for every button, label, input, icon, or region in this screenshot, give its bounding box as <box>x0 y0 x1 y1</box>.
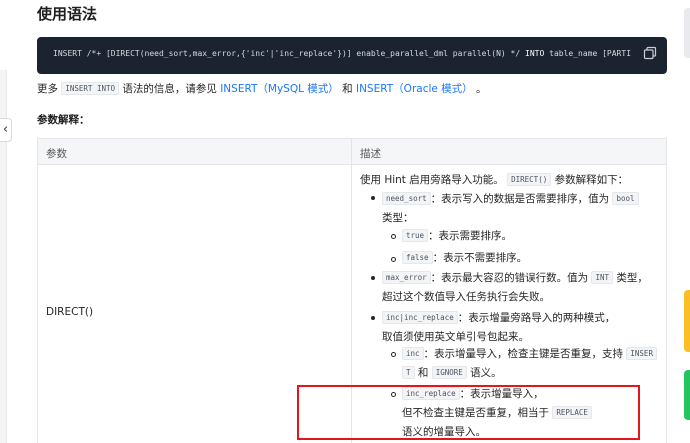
section-title: 使用语法 <box>37 5 98 23</box>
bullet-dot <box>371 196 375 200</box>
desc-intro: 使用 Hint 启用旁路导入功能。 DIRECT() 参数解释如下： <box>360 173 629 186</box>
inc-mode-item: inc|inc_replace ：表示增量旁路导入的两种模式， <box>382 310 615 325</box>
link-insert-mysql[interactable]: INSERT（MySQL 模式） <box>220 83 339 95</box>
table-header-row: 参数 描述 <box>38 139 666 165</box>
code-text: INSERT /*+ [DIRECT(need_sort,max_error,{… <box>53 49 631 58</box>
need-sort-item: need_sort ：表示写入的数据是否需要排序，值为 bool <box>382 191 639 206</box>
red-highlight-box <box>297 385 640 440</box>
header-desc: 描述 <box>360 148 381 160</box>
right-floating-tabs <box>684 0 690 443</box>
sub-bullet <box>391 352 396 357</box>
inc-mode-line2: 取值须使用英文单引号包起来。 <box>382 331 529 343</box>
max-error-line2: 超过这个数值导入任务执行会失败。 <box>382 291 550 303</box>
link-insert-oracle[interactable]: INSERT（Oracle 模式） <box>356 83 473 95</box>
copy-icon[interactable] <box>643 46 657 60</box>
right-tab-gray[interactable] <box>684 8 690 58</box>
more-info-prefix: 更多 <box>37 83 58 95</box>
need-sort-line2: 类型： <box>382 212 414 224</box>
left-sidebar-strip: ‹ <box>0 0 14 443</box>
inc-item-line2: T 和 IGNORE 语义。 <box>402 365 502 380</box>
right-tab-yellow[interactable] <box>684 290 690 352</box>
false-item: false ：表示不需要排序。 <box>402 250 527 265</box>
inline-code-insert-into: INSERT INTO <box>61 82 120 95</box>
param-name-cell: DIRECT() <box>46 306 94 318</box>
more-info-end: 。 <box>476 83 487 95</box>
code-prefix: INSERT /*+ [DIRECT(need_sort,max_error,{… <box>53 49 521 58</box>
code-block: INSERT /*+ [DIRECT(need_sort,max_error,{… <box>37 37 667 74</box>
collapse-sidebar-button[interactable]: ‹ <box>0 118 12 142</box>
right-tab-green[interactable] <box>684 370 690 420</box>
header-param: 参数 <box>46 148 67 160</box>
code-into-keyword: INTO <box>525 49 545 58</box>
param-title: 参数解释： <box>37 114 90 126</box>
code-rest: table_name [PARTI <box>549 49 632 58</box>
max-error-item: max_error ：表示最大容忍的错误行数。值为 INT 类型， <box>382 270 648 285</box>
inc-item: inc ：表示增量导入，检查主键是否重复，支持 INSER <box>402 346 657 361</box>
true-item: true ：表示需要排序。 <box>402 228 512 243</box>
sub-bullet <box>391 234 396 239</box>
bullet-dot <box>371 316 375 320</box>
bullet-dot <box>371 276 375 280</box>
more-info-and: 和 <box>342 83 353 95</box>
sub-bullet <box>391 257 396 262</box>
more-info-middle: 语法的信息，请参见 <box>122 83 217 95</box>
more-info-line: 更多 INSERT INTO 语法的信息，请参见 INSERT（MySQL 模式… <box>37 81 487 96</box>
inline-code-direct: DIRECT() <box>507 173 552 186</box>
chevron-left-icon: ‹ <box>2 122 9 137</box>
